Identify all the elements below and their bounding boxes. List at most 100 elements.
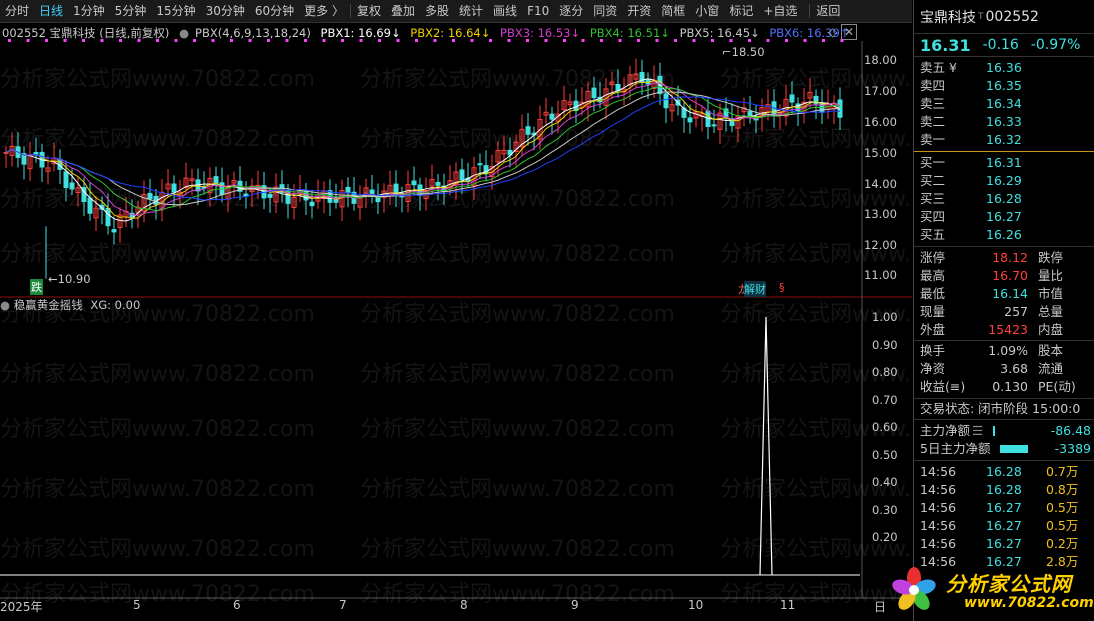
toolbar-item-19[interactable]: 标记 xyxy=(724,0,758,22)
buy-level-row: 买四 16.27 xyxy=(914,208,1094,226)
unlock-tag[interactable]: 解财 xyxy=(744,281,766,297)
tick-row: 14:56 16.27 0.5万 xyxy=(914,517,1094,535)
tick-volume: 0.5万 xyxy=(1046,500,1079,515)
tick-row: 14:56 16.28 0.7万 xyxy=(914,463,1094,481)
candle-body xyxy=(267,193,273,198)
tick-time: 14:56 xyxy=(920,464,957,479)
price-tick-label: 11.00 xyxy=(864,268,897,282)
toolbar-item-18[interactable]: 小窗 xyxy=(690,0,724,22)
site-logo: 分析家公式网 www.70822.com xyxy=(888,563,1094,615)
signal-dot xyxy=(341,39,344,42)
tick-volume: 0.8万 xyxy=(1046,482,1079,497)
toolbar-item-5[interactable]: 30分钟 xyxy=(201,0,250,22)
candle-body xyxy=(147,192,153,200)
toolbar-item-11[interactable]: 统计 xyxy=(454,0,488,22)
buy-level-label: 买四 xyxy=(920,209,946,224)
buy-level-price: 16.29 xyxy=(986,173,1022,188)
stat-row: 换手 1.09% 股本 xyxy=(914,342,1094,360)
sell-level-row: 卖一 16.32 xyxy=(914,131,1094,149)
stat-label: 现量 xyxy=(920,304,946,319)
signal-dot xyxy=(322,39,326,42)
main-flow-bar xyxy=(993,426,996,436)
stat-label-right: 流通 xyxy=(1038,361,1064,376)
candle-body xyxy=(111,229,117,233)
date-tick-label: 11 xyxy=(780,598,796,612)
stat-value: 15423 xyxy=(988,322,1028,337)
signal-dot xyxy=(544,39,548,42)
toolbar-item-14[interactable]: 逐分 xyxy=(554,0,588,22)
toolbar-item-4[interactable]: 15分钟 xyxy=(151,0,200,22)
buy-level-label: 买一 xyxy=(920,155,946,170)
signal-dot xyxy=(248,39,252,42)
toolbar-item-12[interactable]: 画线 xyxy=(488,0,522,22)
signal-dot xyxy=(156,39,159,42)
signal-dot xyxy=(729,39,733,42)
stat-label: 换手 xyxy=(920,343,946,358)
logo-text: 分析家公式网 xyxy=(946,572,1072,596)
signal-dot xyxy=(26,39,30,42)
signal-dot xyxy=(230,39,233,42)
menu-icon[interactable]: ☰ xyxy=(972,422,983,440)
price-tick-label: 12.00 xyxy=(864,238,897,252)
buy-orders: 买一 16.31 买二 16.29 买三 16.28 买四 16.27 买五 16.26 xyxy=(914,152,1094,247)
kline-chart[interactable] xyxy=(0,23,912,621)
toolbar-item-21[interactable]: 返回 xyxy=(811,0,845,22)
signal-dot xyxy=(100,39,104,42)
tick-price: 16.27 xyxy=(986,518,1022,533)
main-flow-label: 主力净额 xyxy=(920,423,971,438)
buy-level-row: 买三 16.28 xyxy=(914,190,1094,208)
tick-row: 14:56 16.27 0.5万 xyxy=(914,499,1094,517)
candle-body xyxy=(663,93,669,109)
dropdown-icon[interactable]: ● xyxy=(0,298,10,312)
signal-dot xyxy=(692,39,696,42)
high-label: ⌐18.50 xyxy=(722,45,765,59)
tick-time: 14:56 xyxy=(920,482,957,497)
info-icon[interactable]: T xyxy=(978,12,984,22)
quote-price-row: 16.31 -0.16 -0.97% xyxy=(914,34,1094,57)
signal-dot xyxy=(378,39,381,42)
stat-value: 0.130 xyxy=(992,379,1028,394)
toolbar-item-16[interactable]: 开资 xyxy=(622,0,656,22)
toolbar-item-10[interactable]: 多股 xyxy=(420,0,454,22)
sell-level-price: 16.32 xyxy=(986,132,1022,147)
stat-value: 257 xyxy=(1004,304,1028,319)
toolbar-item-1[interactable]: 日线 xyxy=(34,0,68,22)
price-tick-label: 13.00 xyxy=(864,207,897,221)
toolbar-item-13[interactable]: F10 xyxy=(522,0,554,22)
toolbar-item-3[interactable]: 5分钟 xyxy=(110,0,152,22)
toolbar-item-20[interactable]: +自选 xyxy=(758,0,802,22)
date-tick-label: 5 xyxy=(133,598,141,612)
stats-divider xyxy=(914,340,1094,341)
toolbar-item-6[interactable]: 60分钟 xyxy=(250,0,299,22)
signal-dot xyxy=(766,39,770,42)
pbx-line-2 xyxy=(5,80,841,219)
toolbar-item-15[interactable]: 同资 xyxy=(588,0,622,22)
signal-dot xyxy=(655,39,659,42)
toolbar-item-8[interactable]: 复权 xyxy=(352,0,386,22)
signal-dot xyxy=(433,39,437,42)
stock-code: 002552 xyxy=(985,8,1039,25)
indicator-title-row: ● 稳赢黄金摇钱 XG: 0.00 xyxy=(0,297,140,313)
indicator-xg: XG: 0.00 xyxy=(90,298,141,312)
toolbar-item-17[interactable]: 简框 xyxy=(656,0,690,22)
stat-row: 最高 16.70 量比 xyxy=(914,267,1094,285)
fall-tag: 跌 xyxy=(30,279,43,295)
sell-level-label: 卖五 ¥ xyxy=(920,60,957,75)
xg-signal-spike xyxy=(759,316,773,576)
price-tick-label: 16.00 xyxy=(864,115,897,129)
price-tick-label: 14.00 xyxy=(864,177,897,191)
stat-value: 16.70 xyxy=(992,268,1028,283)
toolbar-item-0[interactable]: 分时 xyxy=(0,0,34,22)
logo-url: www.70822.com xyxy=(964,595,1094,611)
signal-dot xyxy=(526,39,529,42)
toolbar-item-9[interactable]: 叠加 xyxy=(386,0,420,22)
stat-value: 1.09% xyxy=(988,343,1028,358)
trade-status: 交易状态: 闭市阶段 15:00:0 xyxy=(914,398,1094,420)
stat-row: 收益(≡) 0.130 PE(动) xyxy=(914,378,1094,396)
signal-dot xyxy=(748,39,751,42)
stat-value: 16.14 xyxy=(992,286,1028,301)
toolbar-item-7[interactable]: 更多 〉 xyxy=(299,0,349,22)
toolbar-item-2[interactable]: 1分钟 xyxy=(68,0,110,22)
signal-dot xyxy=(470,39,474,42)
date-tick-label: 9 xyxy=(571,598,579,612)
